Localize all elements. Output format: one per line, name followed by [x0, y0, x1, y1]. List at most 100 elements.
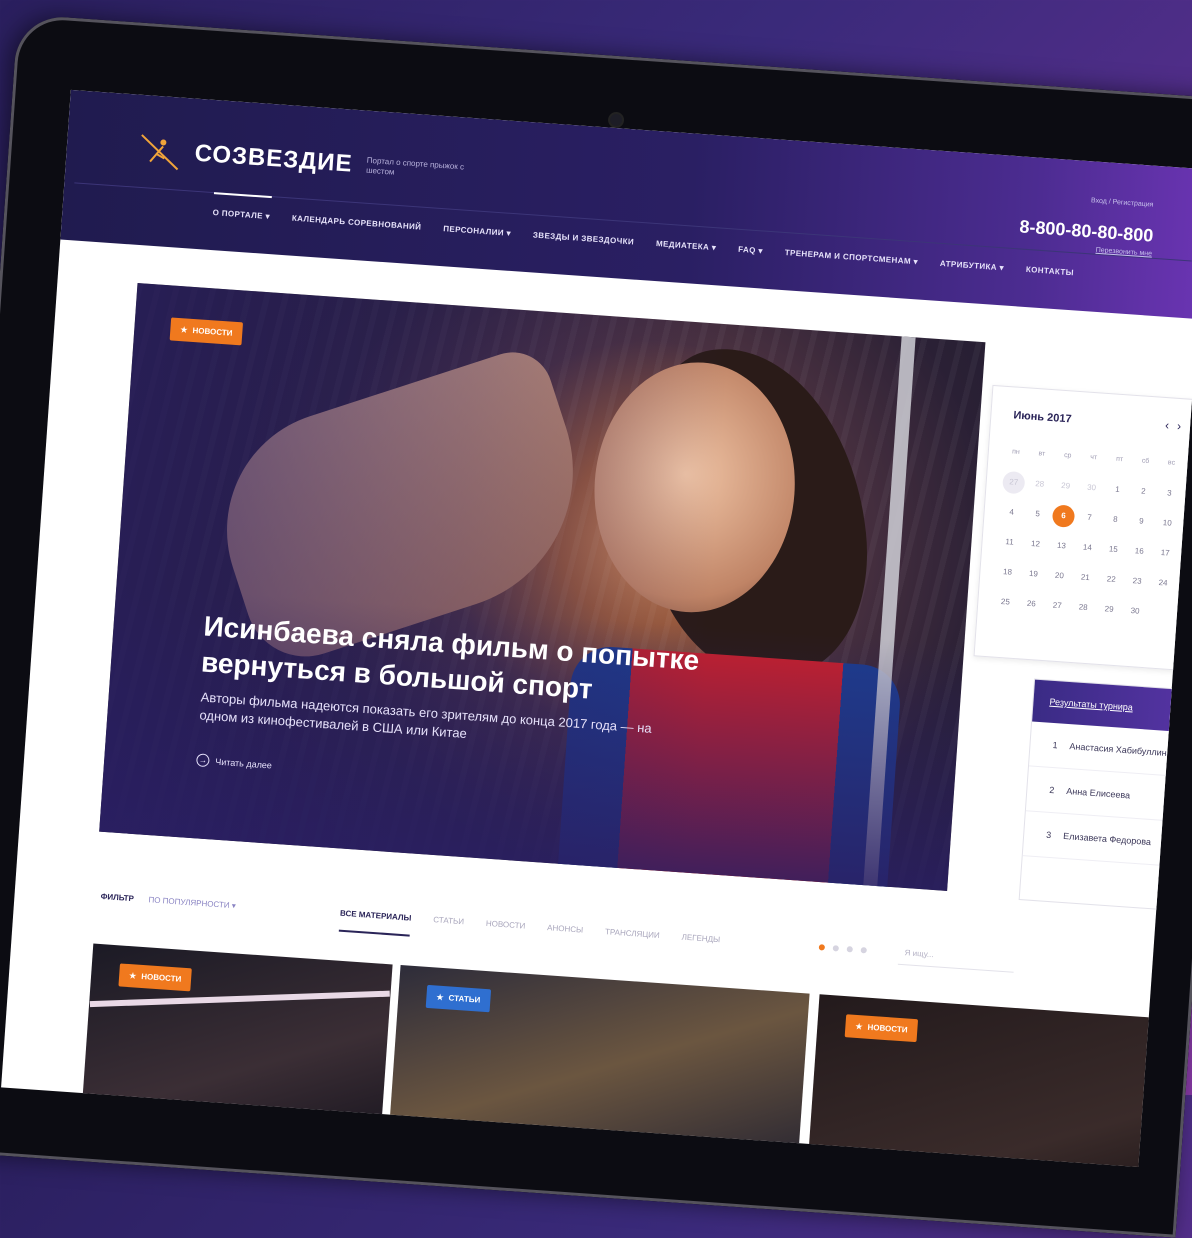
result-rank: 1: [1052, 739, 1058, 751]
calendar-day[interactable]: 25: [994, 591, 1017, 614]
calendar-day[interactable]: 16: [1127, 540, 1150, 563]
weekday-label: вт: [1038, 450, 1046, 458]
filter-dropdown[interactable]: ПО ПОПУЛЯРНОСТИ ▾: [148, 895, 236, 910]
slider-dot[interactable]: [846, 946, 853, 953]
news-badge[interactable]: ★ НОВОСТИ: [118, 963, 193, 992]
calendar-day[interactable]: 20: [1048, 564, 1071, 587]
calendar-day[interactable]: 19: [1022, 562, 1045, 585]
tab-legends[interactable]: ЛЕГЕНДЫ: [680, 933, 720, 959]
calendar-day[interactable]: 22: [1099, 568, 1122, 591]
calendar-day[interactable]: 29: [1054, 474, 1077, 497]
search-input[interactable]: Я ищу...: [897, 941, 1016, 973]
calendar-day[interactable]: 5: [1026, 503, 1049, 526]
badge-label: НОВОСТИ: [192, 325, 233, 338]
login-link[interactable]: Вход / Регистрация: [1091, 197, 1154, 208]
calendar-day[interactable]: 30: [1123, 600, 1146, 623]
calendar-day[interactable]: 27: [1001, 470, 1026, 495]
badge-label: СТАТЬИ: [448, 993, 481, 1005]
nav-item-persons[interactable]: ПЕРСОНАЛИИ ▾: [443, 224, 511, 238]
calendar-widget: Июнь 2017 ‹› пн вт ср чт пт сб вс 27 28 …: [973, 384, 1192, 672]
calendar-day[interactable]: 14: [1076, 536, 1099, 559]
result-row[interactable]: 3 Елизавета Федорова: [1022, 811, 1192, 869]
logo-text: СОЗВЕЗДИЕ: [193, 139, 354, 178]
calendar-day[interactable]: 4: [1000, 501, 1023, 524]
calendar-grid: пн вт ср чт пт сб вс 27 28 29 30 1 2 3 4…: [994, 441, 1188, 625]
calendar-day[interactable]: 12: [1024, 533, 1047, 556]
calendar-day[interactable]: 2: [1132, 480, 1155, 503]
pole-vaulter-icon: [135, 127, 184, 176]
result-name: Анна Елисеева: [1066, 786, 1131, 801]
hero-banner[interactable]: ★ НОВОСТИ Исинбаева сняла фильм о попытк…: [99, 282, 986, 891]
calendar-day[interactable]: 23: [1125, 570, 1148, 593]
phone-text: 8-800-80-80-800: [1018, 216, 1154, 246]
calendar-day[interactable]: 15: [1102, 538, 1125, 561]
calendar-day[interactable]: 26: [1020, 592, 1043, 615]
calendar-day[interactable]: 17: [1153, 542, 1176, 565]
weekday-label: сб: [1141, 457, 1150, 465]
logo[interactable]: СОЗВЕЗДИЕ Портал о спорте прыжок с шесто…: [135, 127, 478, 197]
arrow-right-icon: →: [195, 753, 210, 768]
weekday-label: ср: [1063, 452, 1072, 460]
result-name: Анастасия Хабибуллина: [1069, 741, 1172, 759]
weekday-label: чт: [1090, 453, 1098, 462]
slider-dot[interactable]: [860, 947, 867, 954]
weekday-label: пт: [1115, 455, 1124, 464]
nav-item-stars[interactable]: ЗВЕЗДЫ И ЗВЕЗДОЧКИ: [533, 230, 635, 246]
vault-bar: [89, 990, 390, 1008]
tab-announcements[interactable]: АНОНСЫ: [546, 923, 584, 948]
hero-overlay: [99, 282, 986, 891]
calendar-day[interactable]: 28: [1071, 596, 1094, 619]
tournament-results: Результаты турнира 1 Анастасия Хабибулли…: [1018, 678, 1192, 913]
tab-news[interactable]: НОВОСТИ: [485, 919, 526, 945]
calendar-day[interactable]: 27: [1045, 594, 1068, 617]
calendar-day[interactable]: 8: [1104, 508, 1127, 531]
slider-dot[interactable]: [832, 945, 840, 952]
calendar-day[interactable]: 13: [1050, 534, 1073, 557]
phone-number: 8-800-80-80-800 Перезвонить мне: [1018, 216, 1154, 257]
chevron-left-icon[interactable]: ‹: [1165, 418, 1178, 433]
tab-articles[interactable]: СТАТЬИ: [432, 915, 464, 940]
weekday-label: вс: [1167, 459, 1176, 467]
calendar-day[interactable]: 29: [1097, 598, 1120, 621]
calendar-day[interactable]: 3: [1158, 482, 1181, 505]
news-card[interactable]: ★ НОВОСТИ: [80, 943, 393, 1145]
nav-item-faq[interactable]: FAQ ▾: [738, 245, 763, 256]
news-card[interactable]: ★ НОВОСТИ: [807, 994, 1179, 1167]
slider-dot[interactable]: [818, 944, 826, 951]
nav-item-coaches[interactable]: ТРЕНЕРАМ И СПОРТСМЕНАМ ▾: [784, 248, 918, 266]
badge-label: НОВОСТИ: [867, 1022, 908, 1035]
site-header: СОЗВЕЗДИЕ Портал о спорте прыжок с шесто…: [60, 89, 1192, 320]
calendar-day[interactable]: 7: [1078, 506, 1101, 529]
calendar-day[interactable]: 10: [1156, 512, 1179, 535]
chevron-right-icon[interactable]: ›: [1177, 419, 1190, 434]
star-icon: ★: [436, 992, 444, 1003]
nav-item-calendar[interactable]: КАЛЕНДАРЬ СОРЕВНОВАНИЙ: [292, 214, 422, 232]
calendar-day[interactable]: 24: [1151, 572, 1174, 595]
calendar-day[interactable]: 11: [998, 531, 1021, 554]
news-badge[interactable]: ★ НОВОСТИ: [169, 317, 244, 346]
calendar-day[interactable]: 1: [1106, 478, 1129, 501]
calendar-day[interactable]: 30: [1080, 476, 1103, 499]
calendar-day-today[interactable]: 6: [1051, 504, 1076, 528]
star-icon: ★: [180, 325, 188, 335]
tab-all[interactable]: ВСЕ МАТЕРИАЛЫ: [338, 908, 412, 937]
read-more-label: Читать далее: [215, 756, 273, 771]
nav-item-contacts[interactable]: КОНТАКТЫ: [1026, 265, 1075, 277]
star-icon: ★: [855, 1021, 863, 1032]
nav-item-merch[interactable]: АТРИБУТИКА ▾: [940, 259, 1005, 272]
calendar-day[interactable]: 18: [996, 561, 1019, 584]
star-icon: ★: [128, 971, 137, 981]
news-badge[interactable]: ★ НОВОСТИ: [844, 1014, 919, 1043]
calendar-day[interactable]: 28: [1028, 473, 1051, 496]
nav-item-media[interactable]: МЕДИАТЕКА ▾: [656, 239, 717, 252]
tab-broadcasts[interactable]: ТРАНСЛЯЦИИ: [604, 927, 660, 954]
result-rank: 2: [1049, 784, 1055, 796]
result-name: Елизавета Федорова: [1062, 830, 1152, 848]
article-card[interactable]: ★ СТАТЬИ: [388, 965, 810, 1167]
calendar-day[interactable]: 21: [1074, 566, 1097, 589]
calendar-month: Июнь 2017: [1013, 409, 1072, 426]
calendar-day[interactable]: 9: [1130, 510, 1153, 533]
nav-item-about[interactable]: О ПОРТАЛЕ ▾: [212, 208, 270, 221]
article-badge[interactable]: ★ СТАТЬИ: [425, 984, 492, 1013]
slider-dots: [818, 944, 867, 954]
